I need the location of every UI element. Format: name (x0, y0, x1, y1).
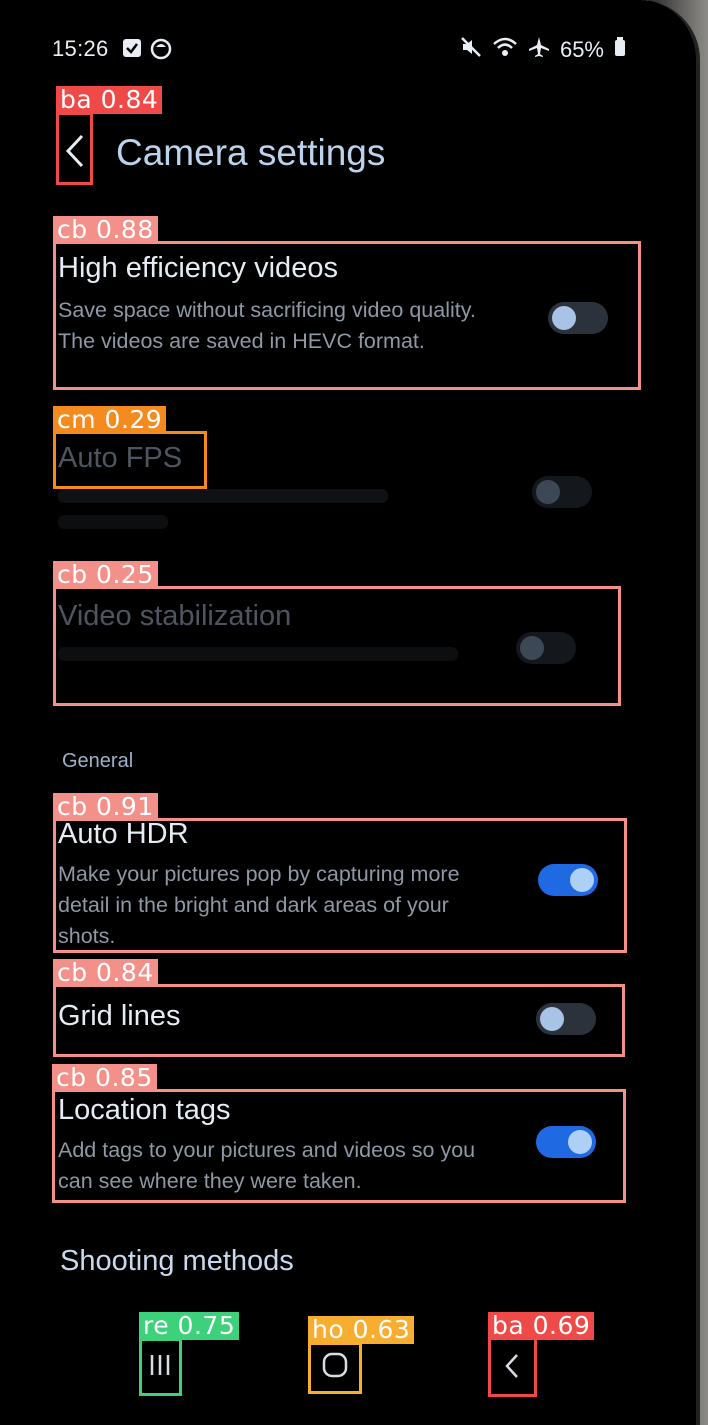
home-icon (322, 1352, 348, 1378)
airplane-mode-icon (528, 36, 550, 64)
setting-description-blurred-2 (58, 515, 168, 529)
home-button[interactable] (310, 1338, 360, 1392)
detection-label: ba 0.69 (488, 1312, 595, 1340)
chevron-left-icon (65, 134, 84, 168)
battery-percent: 65% (559, 37, 604, 62)
detection-label: cb 0.84 (53, 959, 158, 987)
status-bar: 15:26 65% (52, 36, 626, 62)
auto-fps-toggle[interactable] (532, 476, 592, 508)
setting-title: Video stabilization (58, 600, 292, 632)
setting-description: Save space without sacrificing video qua… (58, 298, 476, 353)
back-arrow-icon (505, 1354, 518, 1378)
detection-label: cb 0.88 (53, 216, 158, 244)
setting-auto-hdr[interactable]: Auto HDR Make your pictures pop by captu… (58, 818, 626, 952)
status-time: 15:26 (52, 36, 109, 61)
setting-title: High efficiency videos (58, 252, 338, 284)
setting-high-efficiency-videos[interactable]: High efficiency videos Save space withou… (58, 252, 626, 357)
recents-icon (150, 1355, 170, 1375)
setting-description: Add tags to your pictures and videos so … (58, 1138, 476, 1193)
header: Camera settings (58, 130, 656, 180)
setting-grid-lines[interactable]: Grid lines (58, 1000, 626, 1035)
page-title: Camera settings (116, 132, 386, 173)
section-header-general: General (62, 750, 134, 772)
checkbox-notification-icon (122, 38, 142, 64)
wifi-icon (492, 36, 518, 64)
back-button[interactable] (58, 116, 92, 186)
setting-title: Auto FPS (58, 442, 183, 474)
setting-description-blurred (58, 489, 388, 503)
setting-description: Make your pictures pop by capturing more… (58, 862, 460, 948)
setting-title: Location tags (58, 1094, 231, 1126)
battery-icon (614, 37, 626, 63)
setting-location-tags[interactable]: Location tags Add tags to your pictures … (58, 1094, 626, 1197)
recents-button[interactable] (140, 1338, 180, 1392)
auto-hdr-toggle[interactable] (538, 864, 598, 896)
shooting-methods-item[interactable]: Shooting methods (60, 1245, 294, 1278)
mute-icon (460, 36, 482, 64)
detection-label: cb 0.25 (53, 561, 158, 589)
setting-description-blurred (58, 647, 458, 661)
location-tags-toggle[interactable] (536, 1126, 596, 1158)
detection-label: re 0.75 (139, 1312, 240, 1340)
nav-back-button[interactable] (490, 1338, 534, 1394)
setting-video-stabilization[interactable]: Video stabilization (58, 600, 626, 664)
detection-label: ho 0.63 (308, 1316, 415, 1344)
detection-label: cb 0.91 (53, 793, 158, 821)
detection-label: cb 0.85 (52, 1064, 157, 1092)
grid-lines-toggle[interactable] (536, 1003, 596, 1035)
video-stabilization-toggle[interactable] (516, 632, 576, 664)
high-efficiency-videos-toggle[interactable] (548, 302, 608, 334)
setting-auto-fps[interactable]: Auto FPS (58, 442, 626, 529)
status-right-icons: 65% (460, 36, 626, 64)
detection-label: cm 0.29 (53, 406, 167, 434)
app-notification-icon (150, 38, 172, 66)
detection-label: ba 0.84 (56, 86, 163, 114)
phone-screen: 15:26 65% Camera settings High efficienc… (0, 0, 700, 1425)
setting-title: Auto HDR (58, 818, 189, 850)
